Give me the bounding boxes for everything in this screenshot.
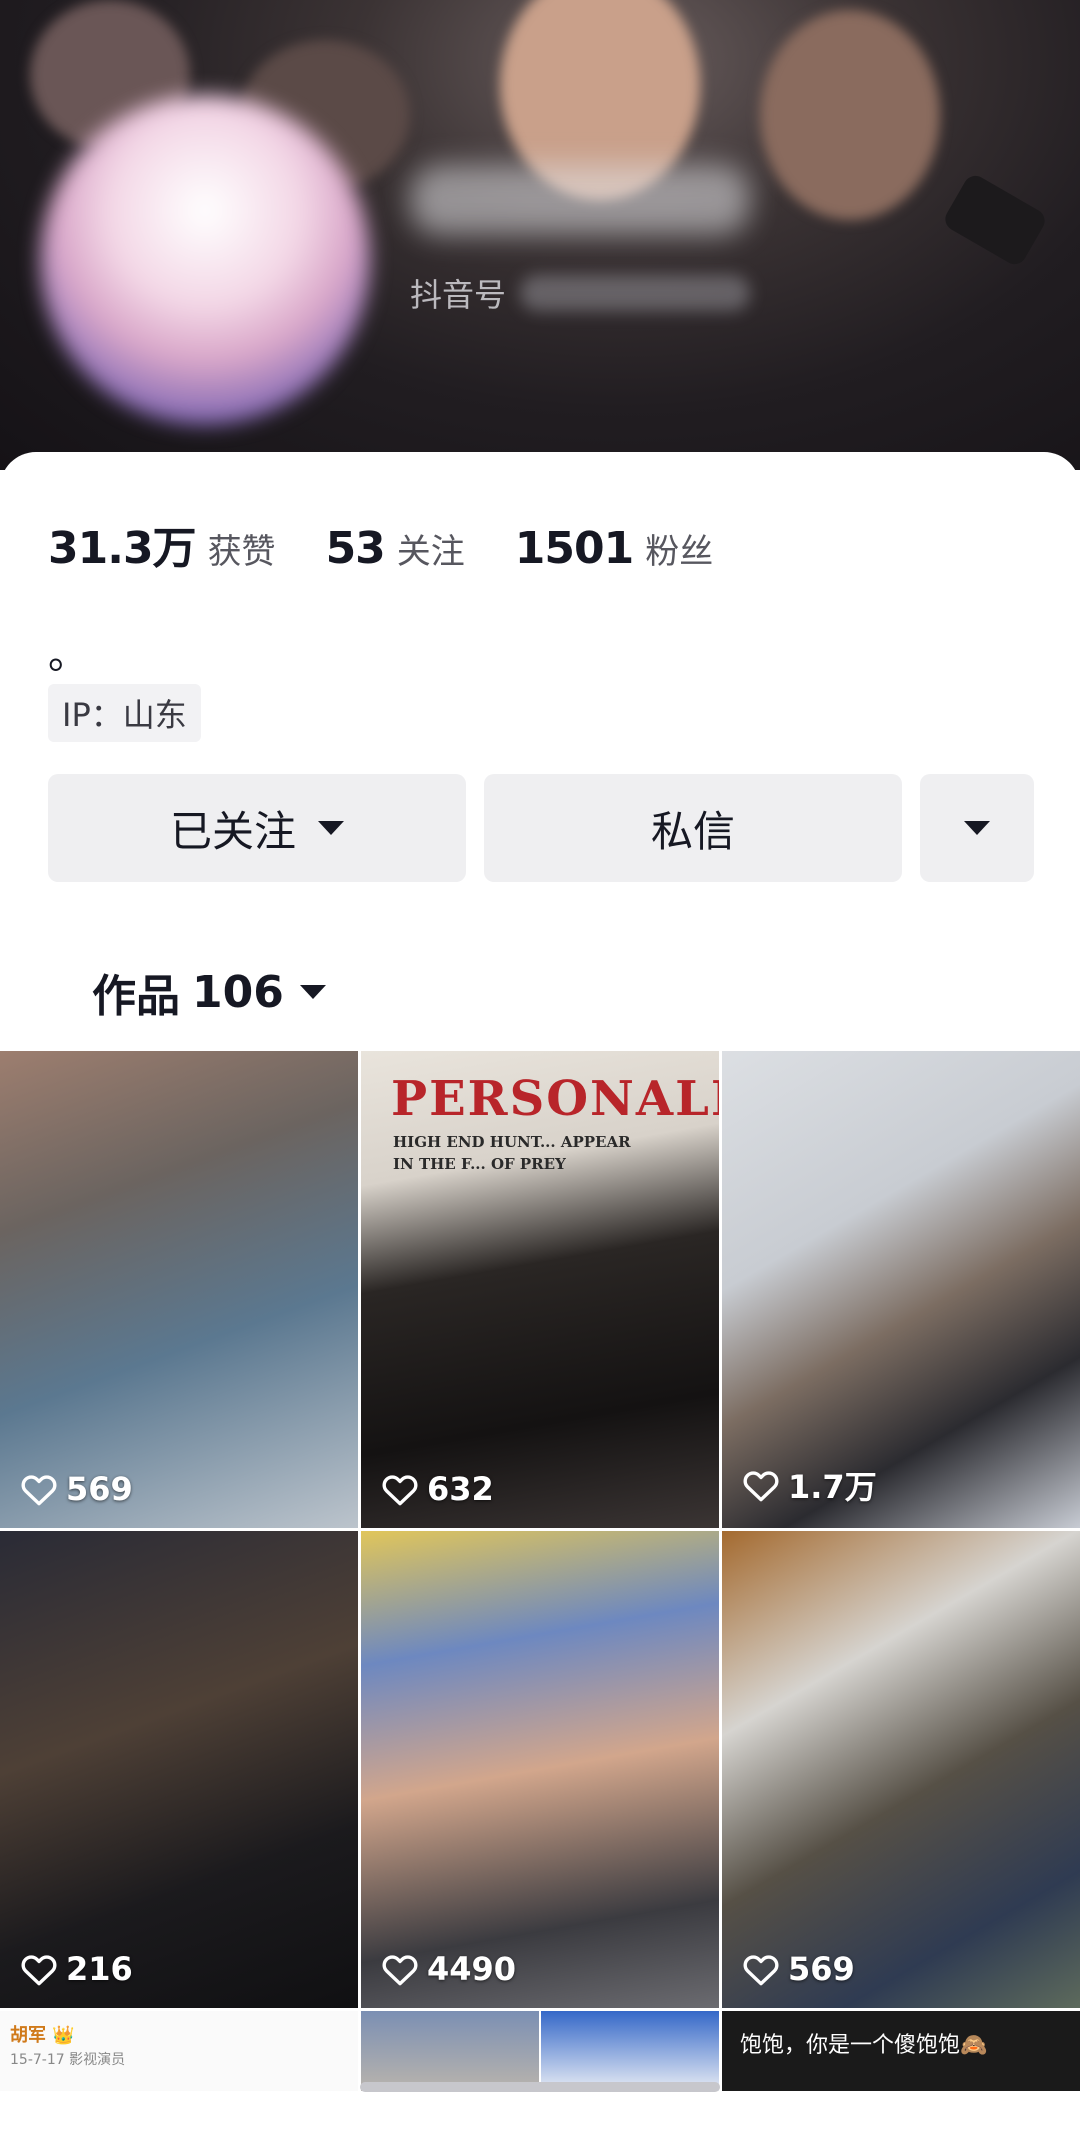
caret-down-icon [964, 821, 990, 835]
banner-photo [760, 10, 940, 220]
stat-followers[interactable]: 1501 粉丝 [515, 523, 713, 574]
caret-down-icon [299, 985, 326, 999]
like-count: 216 [20, 1950, 133, 1988]
like-count: 1.7万 [742, 1462, 877, 1508]
like-count: 569 [20, 1470, 133, 1508]
like-count: 569 [742, 1950, 855, 1988]
bio-text: 。 [48, 632, 88, 678]
video-tile[interactable] [541, 2011, 719, 2091]
stat-likes[interactable]: 31.3万 获赞 [48, 512, 276, 576]
heart-icon [382, 1475, 418, 1506]
blurred-id-value [520, 275, 751, 311]
profile-banner: 抖音号 [0, 0, 1080, 470]
message-button-label: 私信 [650, 806, 735, 856]
bottom-safe-area [0, 2091, 1080, 2133]
video-overlay-caption: 饱饱，你是一个傻饱饱🙈 [740, 2033, 988, 2058]
video-overlay-meta: 15-7-17 影视演员 [10, 2052, 126, 2068]
following-button-label: 已关注 [169, 806, 296, 856]
profile-page: 抖音号 31.3万 获赞 53 关注 1501 粉丝 。 IP：山东 已关注 私… [0, 0, 1080, 2133]
douyin-id[interactable]: 抖音号 [410, 270, 751, 316]
avatar[interactable] [40, 95, 370, 425]
stat-following[interactable]: 53 关注 [326, 523, 465, 574]
message-button[interactable]: 私信 [484, 774, 902, 882]
like-count-value: 569 [66, 1470, 133, 1508]
stat-label: 获赞 [207, 532, 276, 572]
video-tile[interactable]: PERSONALITY HIGH END HUNT... APPEAR IN T… [361, 1051, 719, 1528]
douyin-id-label: 抖音号 [410, 276, 507, 314]
stat-value: 53 [325, 523, 386, 574]
video-tile[interactable]: 4490 [361, 1531, 719, 2008]
profile-card: 31.3万 获赞 53 关注 1501 粉丝 。 IP：山东 已关注 私信 作品… [0, 452, 1080, 1052]
heart-icon [743, 1955, 779, 1986]
works-count: 106 [192, 966, 284, 1018]
more-options-button[interactable] [920, 774, 1034, 882]
video-overlay-name: 胡军 👑 [10, 2025, 75, 2046]
tab-works[interactable]: 作品 106 [92, 960, 326, 1024]
heart-icon [21, 1475, 57, 1506]
stat-value: 31.3万 [48, 523, 197, 574]
stats-row: 31.3万 获赞 53 关注 1501 粉丝 [48, 512, 763, 576]
stat-label: 关注 [396, 532, 465, 572]
video-tile[interactable]: 胡军 👑 15-7-17 影视演员 [0, 2011, 358, 2091]
like-count-value: 216 [66, 1950, 133, 1988]
like-count-value: 4490 [427, 1950, 517, 1988]
like-count-value: 1.7万 [788, 1468, 877, 1506]
home-indicator[interactable] [360, 2082, 720, 2092]
video-overlay-subtitle: HIGH END HUNT... APPEAR IN THE F... OF P… [393, 1133, 631, 1173]
video-tile[interactable] [361, 2011, 539, 2091]
blurred-username [410, 165, 750, 235]
video-tile[interactable]: 569 [722, 1531, 1080, 2008]
video-tile[interactable]: 饱饱，你是一个傻饱饱🙈 [722, 2011, 1080, 2091]
video-tile[interactable]: 1.7万 [722, 1051, 1080, 1528]
works-tab-label: 作品 [92, 971, 180, 1022]
video-tile[interactable]: 216 [0, 1531, 358, 2008]
like-count-value: 632 [427, 1470, 494, 1508]
microphone-shape [941, 171, 1049, 269]
heart-icon [382, 1955, 418, 1986]
following-button[interactable]: 已关注 [48, 774, 466, 882]
heart-icon [743, 1471, 779, 1502]
video-overlay-title: PERSONALITY [391, 1071, 719, 1127]
action-buttons: 已关注 私信 [48, 774, 1034, 882]
ip-location-tag: IP：山东 [48, 684, 201, 742]
heart-icon [21, 1955, 57, 1986]
like-count: 4490 [381, 1950, 516, 1988]
caret-down-icon [318, 821, 344, 835]
stat-label: 粉丝 [645, 532, 714, 572]
like-count-value: 569 [788, 1950, 855, 1988]
like-count: 632 [381, 1470, 494, 1508]
video-tile[interactable]: 569 [0, 1051, 358, 1528]
stat-value: 1501 [514, 523, 634, 574]
